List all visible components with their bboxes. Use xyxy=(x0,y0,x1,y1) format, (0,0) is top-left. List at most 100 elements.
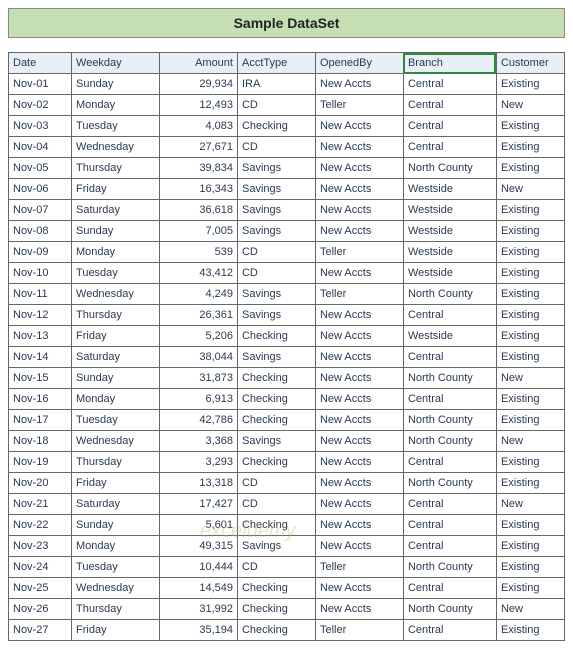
cell[interactable]: Monday xyxy=(72,95,160,116)
cell[interactable]: New Accts xyxy=(315,221,403,242)
cell[interactable]: New Accts xyxy=(315,389,403,410)
cell[interactable]: Tuesday xyxy=(72,410,160,431)
column-header-accttype[interactable]: AcctType xyxy=(237,53,315,74)
cell[interactable]: Existing xyxy=(496,515,564,536)
cell[interactable]: CD xyxy=(237,473,315,494)
cell[interactable]: Westside xyxy=(403,242,496,263)
cell[interactable]: Nov-09 xyxy=(9,242,72,263)
cell[interactable]: New Accts xyxy=(315,200,403,221)
cell[interactable]: Existing xyxy=(496,536,564,557)
cell[interactable]: New Accts xyxy=(315,347,403,368)
cell[interactable]: CD xyxy=(237,242,315,263)
cell[interactable]: 4,249 xyxy=(160,284,238,305)
cell[interactable]: Central xyxy=(403,116,496,137)
cell[interactable]: CD xyxy=(237,263,315,284)
cell[interactable]: Teller xyxy=(315,620,403,641)
cell[interactable]: Existing xyxy=(496,200,564,221)
cell[interactable]: New Accts xyxy=(315,305,403,326)
cell[interactable]: Existing xyxy=(496,452,564,473)
cell[interactable]: Nov-10 xyxy=(9,263,72,284)
cell[interactable]: Sunday xyxy=(72,515,160,536)
cell[interactable]: Savings xyxy=(237,347,315,368)
cell[interactable]: New Accts xyxy=(315,179,403,200)
cell[interactable]: 539 xyxy=(160,242,238,263)
cell[interactable]: CD xyxy=(237,137,315,158)
cell[interactable]: Existing xyxy=(496,137,564,158)
cell[interactable]: Westside xyxy=(403,221,496,242)
cell[interactable]: Tuesday xyxy=(72,557,160,578)
cell[interactable]: Checking xyxy=(237,620,315,641)
cell[interactable]: Checking xyxy=(237,116,315,137)
cell[interactable]: Westside xyxy=(403,200,496,221)
cell[interactable]: New xyxy=(496,431,564,452)
cell[interactable]: Thursday xyxy=(72,599,160,620)
cell[interactable]: Tuesday xyxy=(72,263,160,284)
cell[interactable]: Thursday xyxy=(72,305,160,326)
cell[interactable]: Friday xyxy=(72,179,160,200)
cell[interactable]: New Accts xyxy=(315,326,403,347)
cell[interactable]: New Accts xyxy=(315,494,403,515)
cell[interactable]: Wednesday xyxy=(72,578,160,599)
cell[interactable]: Nov-03 xyxy=(9,116,72,137)
cell[interactable]: Saturday xyxy=(72,347,160,368)
cell[interactable]: 29,934 xyxy=(160,74,238,95)
cell[interactable]: North County xyxy=(403,431,496,452)
cell[interactable]: 5,206 xyxy=(160,326,238,347)
cell[interactable]: 12,493 xyxy=(160,95,238,116)
cell[interactable]: Tuesday xyxy=(72,116,160,137)
cell[interactable]: Nov-21 xyxy=(9,494,72,515)
cell[interactable]: 38,044 xyxy=(160,347,238,368)
cell[interactable]: New xyxy=(496,179,564,200)
cell[interactable]: 39,834 xyxy=(160,158,238,179)
cell[interactable]: 49,315 xyxy=(160,536,238,557)
cell[interactable]: Nov-20 xyxy=(9,473,72,494)
cell[interactable]: Teller xyxy=(315,284,403,305)
cell[interactable]: CD xyxy=(237,494,315,515)
cell[interactable]: Westside xyxy=(403,326,496,347)
cell[interactable]: Savings xyxy=(237,221,315,242)
cell[interactable]: Existing xyxy=(496,578,564,599)
cell[interactable]: 14,549 xyxy=(160,578,238,599)
cell[interactable]: Central xyxy=(403,95,496,116)
cell[interactable]: Existing xyxy=(496,242,564,263)
cell[interactable]: New Accts xyxy=(315,410,403,431)
cell[interactable]: Sunday xyxy=(72,368,160,389)
cell[interactable]: Nov-02 xyxy=(9,95,72,116)
cell[interactable]: Friday xyxy=(72,326,160,347)
cell[interactable]: Existing xyxy=(496,116,564,137)
cell[interactable]: Teller xyxy=(315,242,403,263)
cell[interactable]: 31,992 xyxy=(160,599,238,620)
cell[interactable]: 42,786 xyxy=(160,410,238,431)
cell[interactable]: 43,412 xyxy=(160,263,238,284)
cell[interactable]: North County xyxy=(403,557,496,578)
cell[interactable]: Central xyxy=(403,137,496,158)
cell[interactable]: Nov-18 xyxy=(9,431,72,452)
cell[interactable]: Wednesday xyxy=(72,137,160,158)
cell[interactable]: 36,618 xyxy=(160,200,238,221)
cell[interactable]: Sunday xyxy=(72,74,160,95)
cell[interactable]: North County xyxy=(403,410,496,431)
cell[interactable]: 10,444 xyxy=(160,557,238,578)
cell[interactable]: Central xyxy=(403,620,496,641)
cell[interactable]: New Accts xyxy=(315,473,403,494)
column-header-customer[interactable]: Customer xyxy=(496,53,564,74)
cell[interactable]: Central xyxy=(403,578,496,599)
cell[interactable]: Nov-17 xyxy=(9,410,72,431)
cell[interactable]: New Accts xyxy=(315,515,403,536)
cell[interactable]: Sunday xyxy=(72,221,160,242)
cell[interactable]: New xyxy=(496,599,564,620)
cell[interactable]: Nov-24 xyxy=(9,557,72,578)
cell[interactable]: Wednesday xyxy=(72,431,160,452)
column-header-branch[interactable]: Branch xyxy=(403,53,496,74)
cell[interactable]: Westside xyxy=(403,263,496,284)
cell[interactable]: Friday xyxy=(72,473,160,494)
cell[interactable]: Existing xyxy=(496,410,564,431)
cell[interactable]: New xyxy=(496,95,564,116)
cell[interactable]: New Accts xyxy=(315,158,403,179)
cell[interactable]: New Accts xyxy=(315,137,403,158)
cell[interactable]: Existing xyxy=(496,263,564,284)
cell[interactable]: New xyxy=(496,494,564,515)
cell[interactable]: Nov-01 xyxy=(9,74,72,95)
cell[interactable]: New Accts xyxy=(315,431,403,452)
column-header-openedby[interactable]: OpenedBy xyxy=(315,53,403,74)
